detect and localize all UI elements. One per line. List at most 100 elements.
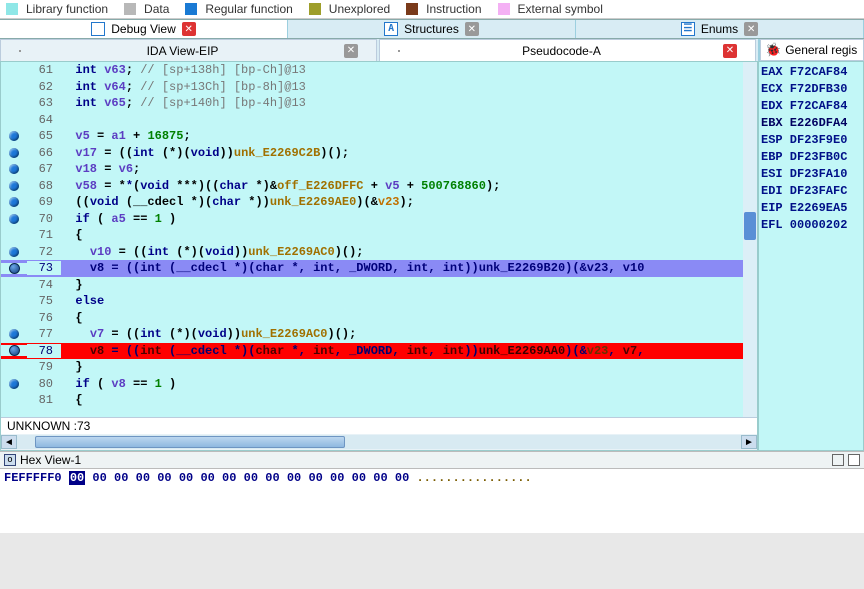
line-number: 75 [27, 294, 61, 308]
gutter[interactable] [1, 329, 27, 339]
hex-view-header[interactable]: o Hex View-1 [0, 451, 864, 469]
code-text[interactable]: int v63; // [sp+138h] [bp-Ch]@13 [61, 63, 757, 77]
code-line[interactable]: 67 v18 = v6; [1, 161, 757, 178]
code-text[interactable]: v5 = a1 + 16875; [61, 129, 757, 143]
breakpoint-dot[interactable] [9, 164, 19, 174]
sub-tab[interactable]: IDA View-EIP✕ [0, 39, 377, 61]
main-tab[interactable]: ☰Enums✕ [576, 20, 864, 38]
gutter[interactable] [1, 164, 27, 174]
code-line[interactable]: 77 v7 = ((int (*)(void))unk_E2269AC0)(); [1, 326, 757, 343]
breakpoint-dot[interactable] [9, 345, 20, 356]
code-text[interactable]: } [61, 360, 757, 374]
gutter[interactable] [1, 345, 27, 356]
code-line[interactable]: 80 if ( v8 == 1 ) [1, 376, 757, 393]
code-line[interactable]: 73 v8 = ((int (__cdecl *)(char *, int, _… [1, 260, 757, 277]
code-line[interactable]: 64 [1, 112, 757, 129]
code-line[interactable]: 72 v10 = ((int (*)(void))unk_E2269AC0)()… [1, 244, 757, 261]
hex-view-body[interactable]: FEFFFFF0 00 00 00 00 00 00 00 00 00 00 0… [0, 469, 864, 533]
code-text[interactable]: } [61, 278, 757, 292]
code-text[interactable]: { [61, 228, 757, 242]
code-text[interactable]: v10 = ((int (*)(void))unk_E2269AC0)(); [61, 245, 757, 259]
code-line[interactable]: 65 v5 = a1 + 16875; [1, 128, 757, 145]
code-line[interactable]: 75 else [1, 293, 757, 310]
register-line[interactable]: EBP DF23FB0C [761, 149, 861, 166]
close-icon[interactable]: ✕ [344, 44, 358, 58]
code-text[interactable]: int v64; // [sp+13Ch] [bp-8h]@13 [61, 80, 757, 94]
code-line[interactable]: 68 v58 = **(void ***)((char *)&off_E226D… [1, 178, 757, 195]
hscroll-thumb[interactable] [35, 436, 345, 448]
hscroll[interactable]: ◄ ► [1, 434, 757, 450]
main-tab[interactable]: Debug View✕ [0, 20, 288, 38]
close-icon[interactable]: ✕ [465, 22, 479, 36]
breakpoint-dot[interactable] [9, 197, 19, 207]
tab-registers[interactable]: 🐞 General regis [760, 39, 864, 61]
code-text[interactable]: v8 = ((int (__cdecl *)(char *, int, _DWO… [61, 344, 757, 358]
vscroll[interactable] [743, 62, 757, 417]
code-line[interactable]: 62 int v64; // [sp+13Ch] [bp-8h]@13 [1, 79, 757, 96]
register-line[interactable]: ESP DF23F9E0 [761, 132, 861, 149]
code-line[interactable]: 70 if ( a5 == 1 ) [1, 211, 757, 228]
breakpoint-dot[interactable] [9, 379, 19, 389]
code-text[interactable]: ((void (__cdecl *)(char *))unk_E2269AE0)… [61, 195, 757, 209]
code-text[interactable]: v7 = ((int (*)(void))unk_E2269AC0)(); [61, 327, 757, 341]
code-text[interactable]: v58 = **(void ***)((char *)&off_E226DFFC… [61, 179, 757, 193]
breakpoint-dot[interactable] [9, 263, 20, 274]
code-line[interactable]: 81 { [1, 392, 757, 409]
code-text[interactable]: v17 = ((int (*)(void))unk_E2269C2B)(); [61, 146, 757, 160]
tab-icon: A [384, 22, 398, 36]
vscroll-thumb[interactable] [744, 212, 756, 240]
code-line[interactable]: 79 } [1, 359, 757, 376]
code-line[interactable]: 69 ((void (__cdecl *)(char *))unk_E2269A… [1, 194, 757, 211]
code-line[interactable]: 74 } [1, 277, 757, 294]
code-text[interactable]: { [61, 311, 757, 325]
gutter[interactable] [1, 263, 27, 274]
gutter[interactable] [1, 247, 27, 257]
hscroll-track[interactable] [17, 435, 741, 449]
hex-maximize[interactable] [832, 454, 844, 466]
register-line[interactable]: EIP E2269EA5 [761, 200, 861, 217]
code-text[interactable]: if ( v8 == 1 ) [61, 377, 757, 391]
hscroll-left[interactable]: ◄ [1, 435, 17, 449]
close-icon[interactable]: ✕ [182, 22, 196, 36]
gutter[interactable] [1, 379, 27, 389]
register-line[interactable]: EAX F72CAF84 [761, 64, 861, 81]
code-text[interactable]: v8 = ((int (__cdecl *)(char *, int, _DWO… [61, 261, 757, 275]
code-line[interactable]: 66 v17 = ((int (*)(void))unk_E2269C2B)()… [1, 145, 757, 162]
gutter[interactable] [1, 214, 27, 224]
register-line[interactable]: ESI DF23FA10 [761, 166, 861, 183]
code-line[interactable]: 71 { [1, 227, 757, 244]
register-line[interactable]: EDI DF23FAFC [761, 183, 861, 200]
code-line[interactable]: 63 int v65; // [sp+140h] [bp-4h]@13 [1, 95, 757, 112]
code-text[interactable]: v18 = v6; [61, 162, 757, 176]
breakpoint-dot[interactable] [9, 247, 19, 257]
register-line[interactable]: EDX F72CAF84 [761, 98, 861, 115]
code-line[interactable]: 78 v8 = ((int (__cdecl *)(char *, int, _… [1, 343, 757, 360]
code-text[interactable]: int v65; // [sp+140h] [bp-4h]@13 [61, 96, 757, 110]
sub-tab[interactable]: Pseudocode-A✕ [379, 39, 756, 61]
register-line[interactable]: EBX E226DFA4 [761, 115, 861, 132]
gutter[interactable] [1, 148, 27, 158]
hex-restore[interactable] [848, 454, 860, 466]
breakpoint-dot[interactable] [9, 148, 19, 158]
code-text[interactable]: { [61, 393, 757, 407]
code-text[interactable]: else [61, 294, 757, 308]
code-line[interactable]: 76 { [1, 310, 757, 327]
breakpoint-dot[interactable] [9, 214, 19, 224]
register-line[interactable]: ECX F72DFB30 [761, 81, 861, 98]
code-body[interactable]: 61 int v63; // [sp+138h] [bp-Ch]@1362 in… [1, 62, 757, 417]
hex-byte-selected[interactable]: 00 [69, 471, 85, 485]
breakpoint-dot[interactable] [9, 131, 19, 141]
hscroll-right[interactable]: ► [741, 435, 757, 449]
close-icon[interactable]: ✕ [723, 44, 737, 58]
code-text[interactable]: if ( a5 == 1 ) [61, 212, 757, 226]
breakpoint-dot[interactable] [9, 329, 19, 339]
gutter[interactable] [1, 197, 27, 207]
breakpoint-dot[interactable] [9, 181, 19, 191]
code-line[interactable]: 61 int v63; // [sp+138h] [bp-Ch]@13 [1, 62, 757, 79]
register-line[interactable]: EFL 00000202 [761, 217, 861, 234]
gutter[interactable] [1, 181, 27, 191]
main-tab[interactable]: AStructures✕ [288, 20, 576, 38]
line-number: 72 [27, 245, 61, 259]
gutter[interactable] [1, 131, 27, 141]
close-icon[interactable]: ✕ [744, 22, 758, 36]
